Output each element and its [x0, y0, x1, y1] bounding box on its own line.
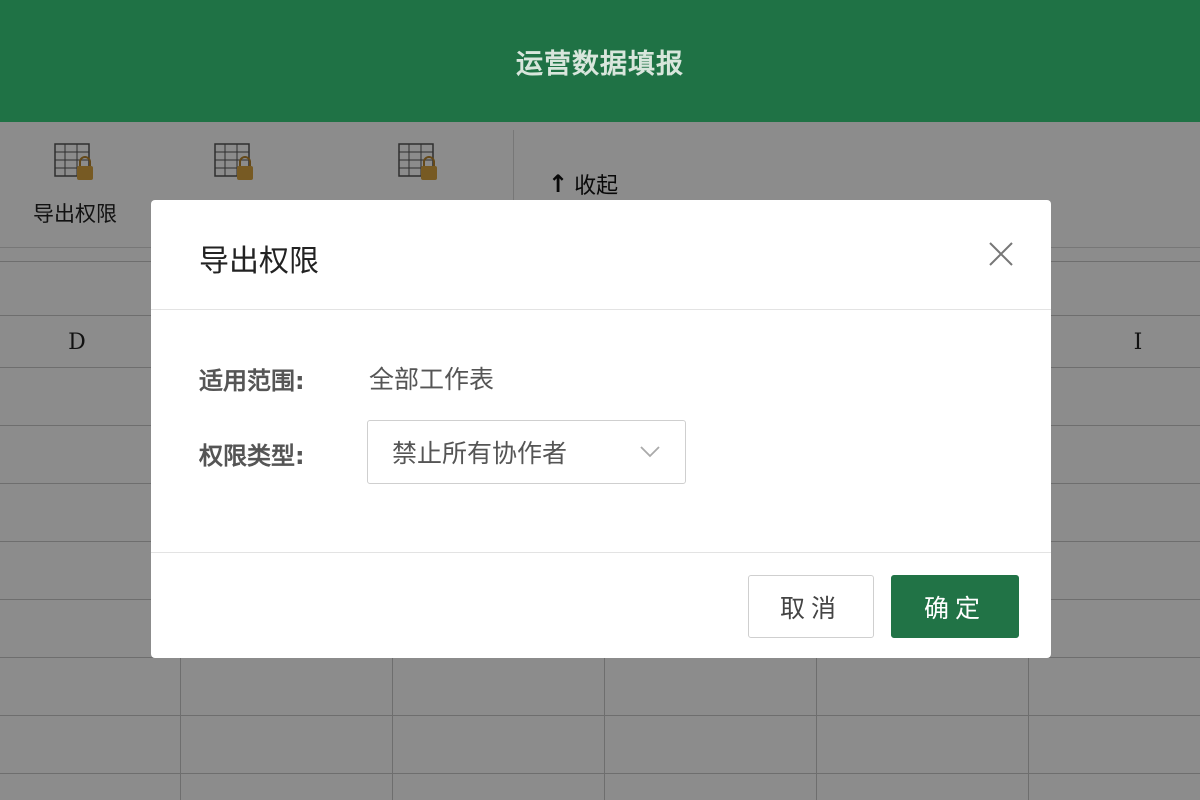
scope-label: 适用范围: — [199, 366, 305, 395]
permission-type-select[interactable]: 禁止所有协作者 — [367, 420, 686, 484]
scope-value: 全部工作表 — [369, 365, 495, 394]
app-title: 运营数据填报 — [516, 48, 684, 80]
chevron-down-icon — [640, 446, 660, 458]
permission-type-value: 禁止所有协作者 — [392, 439, 568, 468]
export-permission-dialog: 导出权限 适用范围: 全部工作表 权限类型: 禁止所有协作者 取消 确定 — [151, 200, 1051, 658]
close-icon — [989, 242, 1013, 266]
close-button[interactable] — [981, 234, 1021, 274]
confirm-button[interactable]: 确定 — [891, 575, 1019, 638]
permission-type-row: 权限类型: — [199, 436, 369, 471]
cancel-button[interactable]: 取消 — [748, 575, 874, 638]
dialog-header: 导出权限 — [151, 200, 1051, 310]
app-header: 运营数据填报 — [0, 0, 1200, 122]
scope-row: 适用范围: 全部工作表 — [199, 360, 494, 396]
dialog-title: 导出权限 — [199, 244, 319, 279]
permission-type-label: 权限类型: — [199, 442, 305, 470]
dialog-footer: 取消 确定 — [151, 552, 1051, 658]
